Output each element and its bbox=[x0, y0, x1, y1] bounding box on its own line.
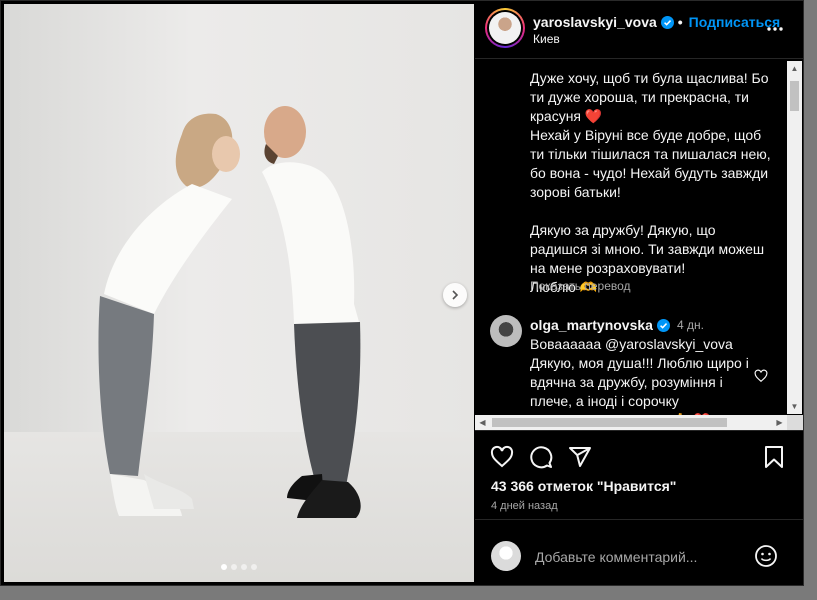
vertical-scroll-thumb[interactable] bbox=[790, 81, 799, 111]
comment-bubble-icon[interactable] bbox=[529, 445, 553, 469]
horizontal-scrollbar[interactable]: ◀ ▶ bbox=[475, 415, 787, 430]
post-caption: Дуже хочу, щоб ти була щаслива! Бо ти ду… bbox=[530, 70, 771, 295]
horizontal-scroll-thumb[interactable] bbox=[492, 418, 727, 427]
like-comment-heart-icon[interactable] bbox=[754, 369, 768, 383]
slide-dot bbox=[251, 564, 257, 570]
scroll-up-arrow-icon[interactable]: ▲ bbox=[787, 61, 802, 76]
man-figure bbox=[262, 106, 361, 518]
commenter-avatar[interactable] bbox=[490, 315, 522, 347]
save-bookmark-icon[interactable] bbox=[763, 445, 785, 469]
slide-dot bbox=[241, 564, 247, 570]
comment-text: Вовааaaaa @yaroslavskyi_vova Дякую, моя … bbox=[530, 336, 749, 415]
author-avatar[interactable] bbox=[485, 8, 525, 48]
author-username[interactable]: yaroslavskyi_vova bbox=[533, 14, 657, 30]
vertical-scrollbar[interactable]: ▲ ▼ bbox=[787, 61, 802, 414]
post-photo[interactable] bbox=[4, 4, 474, 582]
share-send-icon[interactable] bbox=[568, 445, 592, 469]
like-heart-icon[interactable] bbox=[490, 445, 514, 469]
comments-scroll-area[interactable]: Дуже хочу, щоб ти була щаслива! Бо ти ду… bbox=[475, 59, 803, 415]
woman-figure bbox=[98, 113, 240, 516]
emoji-icon[interactable] bbox=[754, 544, 778, 568]
chevron-right-icon bbox=[452, 290, 459, 300]
scroll-left-arrow-icon[interactable]: ◀ bbox=[475, 415, 490, 430]
scrollbar-corner bbox=[787, 415, 803, 430]
likes-count[interactable]: 43 366 отметок "Нравится" bbox=[491, 478, 676, 494]
scroll-down-arrow-icon[interactable]: ▼ bbox=[787, 399, 802, 414]
current-user-avatar bbox=[491, 541, 521, 571]
slide-indicator bbox=[4, 564, 474, 570]
commenter-username[interactable]: olga_martynovska bbox=[530, 317, 653, 333]
post-location[interactable]: Киев bbox=[533, 32, 560, 46]
comment-input[interactable] bbox=[533, 545, 737, 569]
post-time-ago[interactable]: 4 дней назад bbox=[491, 500, 558, 512]
post-details-panel: yaroslavskyi_vova • Подписаться Киев Дуж… bbox=[475, 1, 803, 585]
photo-illustration bbox=[98, 106, 361, 518]
scroll-right-arrow-icon[interactable]: ▶ bbox=[772, 415, 787, 430]
add-comment-bar bbox=[475, 519, 803, 586]
more-options-icon[interactable] bbox=[765, 19, 785, 39]
slide-dot bbox=[231, 564, 237, 570]
comment-timestamp: 4 дн. bbox=[676, 318, 704, 332]
post-actions: 43 366 отметок "Нравится" 4 дней назад bbox=[475, 430, 803, 512]
verified-badge-icon bbox=[656, 318, 670, 332]
slide-dot bbox=[221, 564, 227, 570]
show-translation-link[interactable]: Показать перевод bbox=[530, 279, 631, 293]
instagram-post-window: yaroslavskyi_vova • Подписаться Киев Дуж… bbox=[0, 0, 804, 586]
post-header: yaroslavskyi_vova • Подписаться Киев bbox=[475, 1, 803, 59]
next-slide-button[interactable] bbox=[443, 283, 467, 307]
verified-badge-icon bbox=[660, 15, 674, 29]
